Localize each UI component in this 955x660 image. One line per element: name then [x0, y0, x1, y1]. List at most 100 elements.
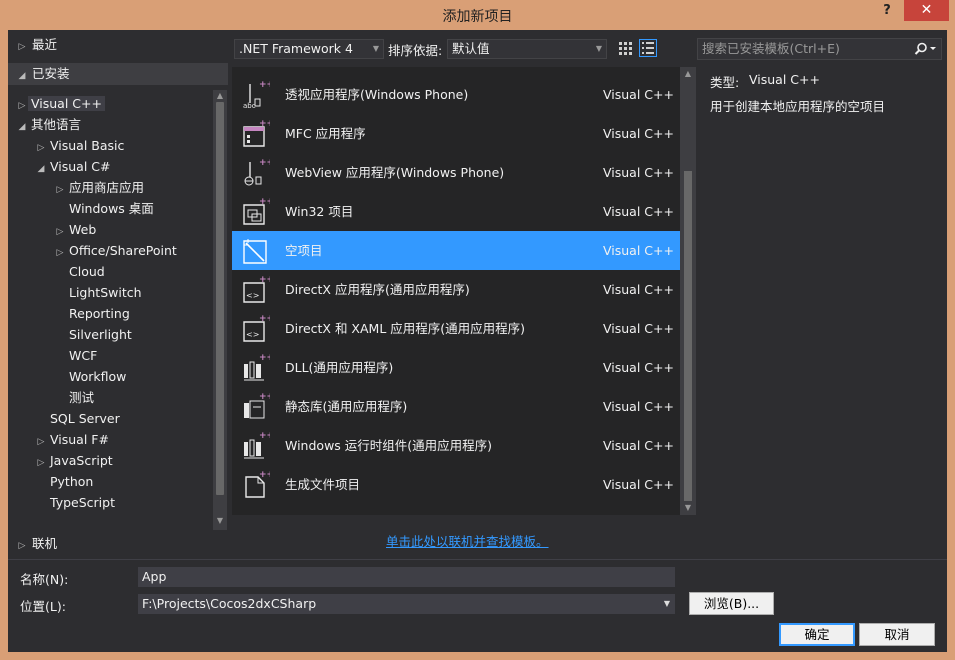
list-view-button[interactable]	[639, 39, 657, 57]
tree-item[interactable]: ◢ Visual C#	[35, 157, 114, 177]
grid-view-button[interactable]	[616, 39, 634, 57]
tree-item[interactable]: Workflow	[54, 367, 129, 387]
svg-text:++: ++	[259, 80, 270, 90]
name-label: 名称(N):	[20, 572, 69, 587]
location-combobox[interactable]: F:\Projects\Cocos2dxCSharp ▼	[138, 594, 675, 614]
template-item[interactable]: <>++ DirectX 和 XAML 应用程序(通用应用程序) Visual C+…	[232, 309, 680, 348]
expand-arrow-icon[interactable]: ▷	[35, 138, 47, 158]
tree-item[interactable]: WCF	[54, 346, 100, 366]
svg-text:++: ++	[259, 314, 270, 324]
template-item[interactable]: <>++ DirectX 应用程序(通用应用程序) Visual C++	[232, 270, 680, 309]
svg-text:++: ++	[259, 158, 270, 168]
tree-item[interactable]: SQL Server	[35, 409, 123, 429]
tree-item[interactable]: Cloud	[54, 262, 108, 282]
template-language: Visual C++	[603, 243, 674, 258]
template-name: MFC 应用程序	[285, 126, 366, 141]
ok-button[interactable]: 确定	[779, 623, 855, 646]
tree-item-label: Web	[69, 222, 97, 237]
tree-item[interactable]: LightSwitch	[54, 283, 145, 303]
tree-item-label: Silverlight	[69, 327, 132, 342]
svg-text:++: ++	[259, 470, 270, 480]
expand-arrow-icon[interactable]: ▷	[35, 432, 47, 452]
expand-arrow-icon[interactable]: ▷	[35, 453, 47, 473]
chevron-down-icon[interactable]: ▼	[664, 595, 670, 613]
list-scroll-thumb[interactable]	[684, 171, 692, 501]
directx-xaml-app-icon: <>++	[240, 313, 274, 343]
find-online-link[interactable]: 单击此处以联机并查找模板。	[386, 531, 549, 550]
template-category-tree[interactable]: ▷ Visual C++ ◢ 其他语言 ▷ Visual Basic ◢ Visual C# ▷…	[8, 94, 213, 525]
template-language: Visual C++	[603, 165, 674, 180]
close-button[interactable]: ✕	[904, 0, 949, 21]
template-item[interactable]: abc ++ 透视应用程序(Windows Phone) Visual C++	[232, 75, 680, 114]
section-online[interactable]: ▷ 联机	[8, 533, 228, 555]
template-item[interactable]: 空项目 Visual C++	[232, 231, 680, 270]
tree-item[interactable]: ▷ Office/SharePoint	[54, 241, 180, 261]
template-language: Visual C++	[603, 87, 674, 102]
template-search-input[interactable]: 搜索已安装模板(Ctrl+E)	[697, 38, 942, 60]
browse-button[interactable]: 浏览(B)...	[689, 592, 774, 615]
divider	[8, 559, 947, 560]
help-button[interactable]: ?	[876, 2, 898, 22]
name-input[interactable]: App	[138, 567, 675, 587]
expand-arrow-icon[interactable]: ▷	[54, 180, 66, 200]
template-item[interactable]: ++ DLL(通用应用程序) Visual C++	[232, 348, 680, 387]
pivot-app-icon: abc ++	[240, 79, 274, 110]
tree-scrollbar[interactable]: ▲ ▼	[213, 90, 227, 530]
tree-item[interactable]: ▷ Visual C++	[16, 94, 105, 114]
title-bar[interactable]: 添加新项目 ? ✕	[0, 0, 955, 30]
template-item[interactable]: ++ 生成文件项目 Visual C++	[232, 465, 680, 504]
tree-item[interactable]: 测试	[54, 388, 97, 408]
tree-item[interactable]: ▷ Visual F#	[35, 430, 112, 450]
template-item[interactable]: ++ Windows 运行时组件(通用应用程序) Visual C++	[232, 426, 680, 465]
scroll-down-icon[interactable]: ▼	[681, 503, 695, 512]
tree-item[interactable]: ▷ Web	[54, 220, 99, 240]
collapse-arrow-icon[interactable]: ◢	[16, 117, 28, 137]
template-list[interactable]: abc ++ 透视应用程序(Windows Phone) Visual C++ ++ MF…	[232, 67, 680, 515]
webview-app-icon: ++	[240, 157, 274, 187]
tree-item[interactable]: Reporting	[54, 304, 133, 324]
template-item[interactable]: ++ MFC 应用程序 Visual C++	[232, 114, 680, 153]
list-scrollbar[interactable]: ▲ ▼	[680, 67, 696, 515]
template-name: DirectX 和 XAML 应用程序(通用应用程序)	[285, 321, 526, 336]
section-installed-label: 已安装	[31, 66, 70, 81]
scroll-down-icon[interactable]: ▼	[213, 516, 227, 525]
svg-text:++: ++	[259, 275, 270, 285]
tree-item[interactable]: ◢ 其他语言	[16, 115, 84, 135]
template-language: Visual C++	[603, 438, 674, 453]
tree-item-label: Reporting	[69, 306, 130, 321]
section-recent[interactable]: ▷ 最近	[8, 34, 228, 56]
scroll-up-icon[interactable]: ▲	[213, 91, 227, 100]
expand-arrow-icon: ▷	[18, 541, 26, 551]
tree-item-label: 应用商店应用	[69, 180, 145, 195]
template-name: Win32 项目	[285, 204, 354, 219]
expand-arrow-icon[interactable]: ▷	[54, 222, 66, 242]
template-item[interactable]: ++ WebView 应用程序(Windows Phone) Visual C++	[232, 153, 680, 192]
tree-item[interactable]: Python	[35, 472, 96, 492]
svg-text:<>: <>	[246, 330, 259, 339]
cancel-button[interactable]: 取消	[859, 623, 935, 646]
directx-app-icon: <>++	[240, 274, 274, 304]
tree-item-label: TypeScript	[50, 495, 115, 510]
search-icon[interactable]	[914, 42, 938, 56]
template-item[interactable]: ++ Win32 项目 Visual C++	[232, 192, 680, 231]
framework-dropdown[interactable]: .NET Framework 4 ▼	[234, 39, 384, 59]
tree-item[interactable]: ▷ 应用商店应用	[54, 178, 147, 198]
tree-item[interactable]: Silverlight	[54, 325, 135, 345]
collapse-arrow-icon[interactable]: ◢	[35, 159, 47, 179]
scroll-up-icon[interactable]: ▲	[681, 69, 695, 78]
sort-dropdown[interactable]: 默认值 ▼	[447, 39, 607, 59]
static-lib-icon: ++	[240, 391, 274, 421]
tree-item[interactable]: ▷ Visual Basic	[35, 136, 127, 156]
expand-arrow-icon[interactable]: ▷	[16, 96, 28, 116]
framework-value: .NET Framework 4	[239, 41, 353, 56]
tree-item[interactable]: ▷ JavaScript	[35, 451, 116, 471]
tree-item-label: Visual Basic	[50, 138, 125, 153]
tree-item[interactable]: TypeScript	[35, 493, 118, 513]
section-installed[interactable]: ◢ 已安装	[8, 63, 228, 85]
expand-arrow-icon[interactable]: ▷	[54, 243, 66, 263]
collapse-arrow-icon: ◢	[18, 71, 26, 81]
tree-item[interactable]: Windows 桌面	[54, 199, 157, 219]
tree-scroll-thumb[interactable]	[216, 102, 224, 495]
template-description: 用于创建本地应用程序的空项目	[710, 99, 886, 114]
template-item[interactable]: ++ 静态库(通用应用程序) Visual C++	[232, 387, 680, 426]
